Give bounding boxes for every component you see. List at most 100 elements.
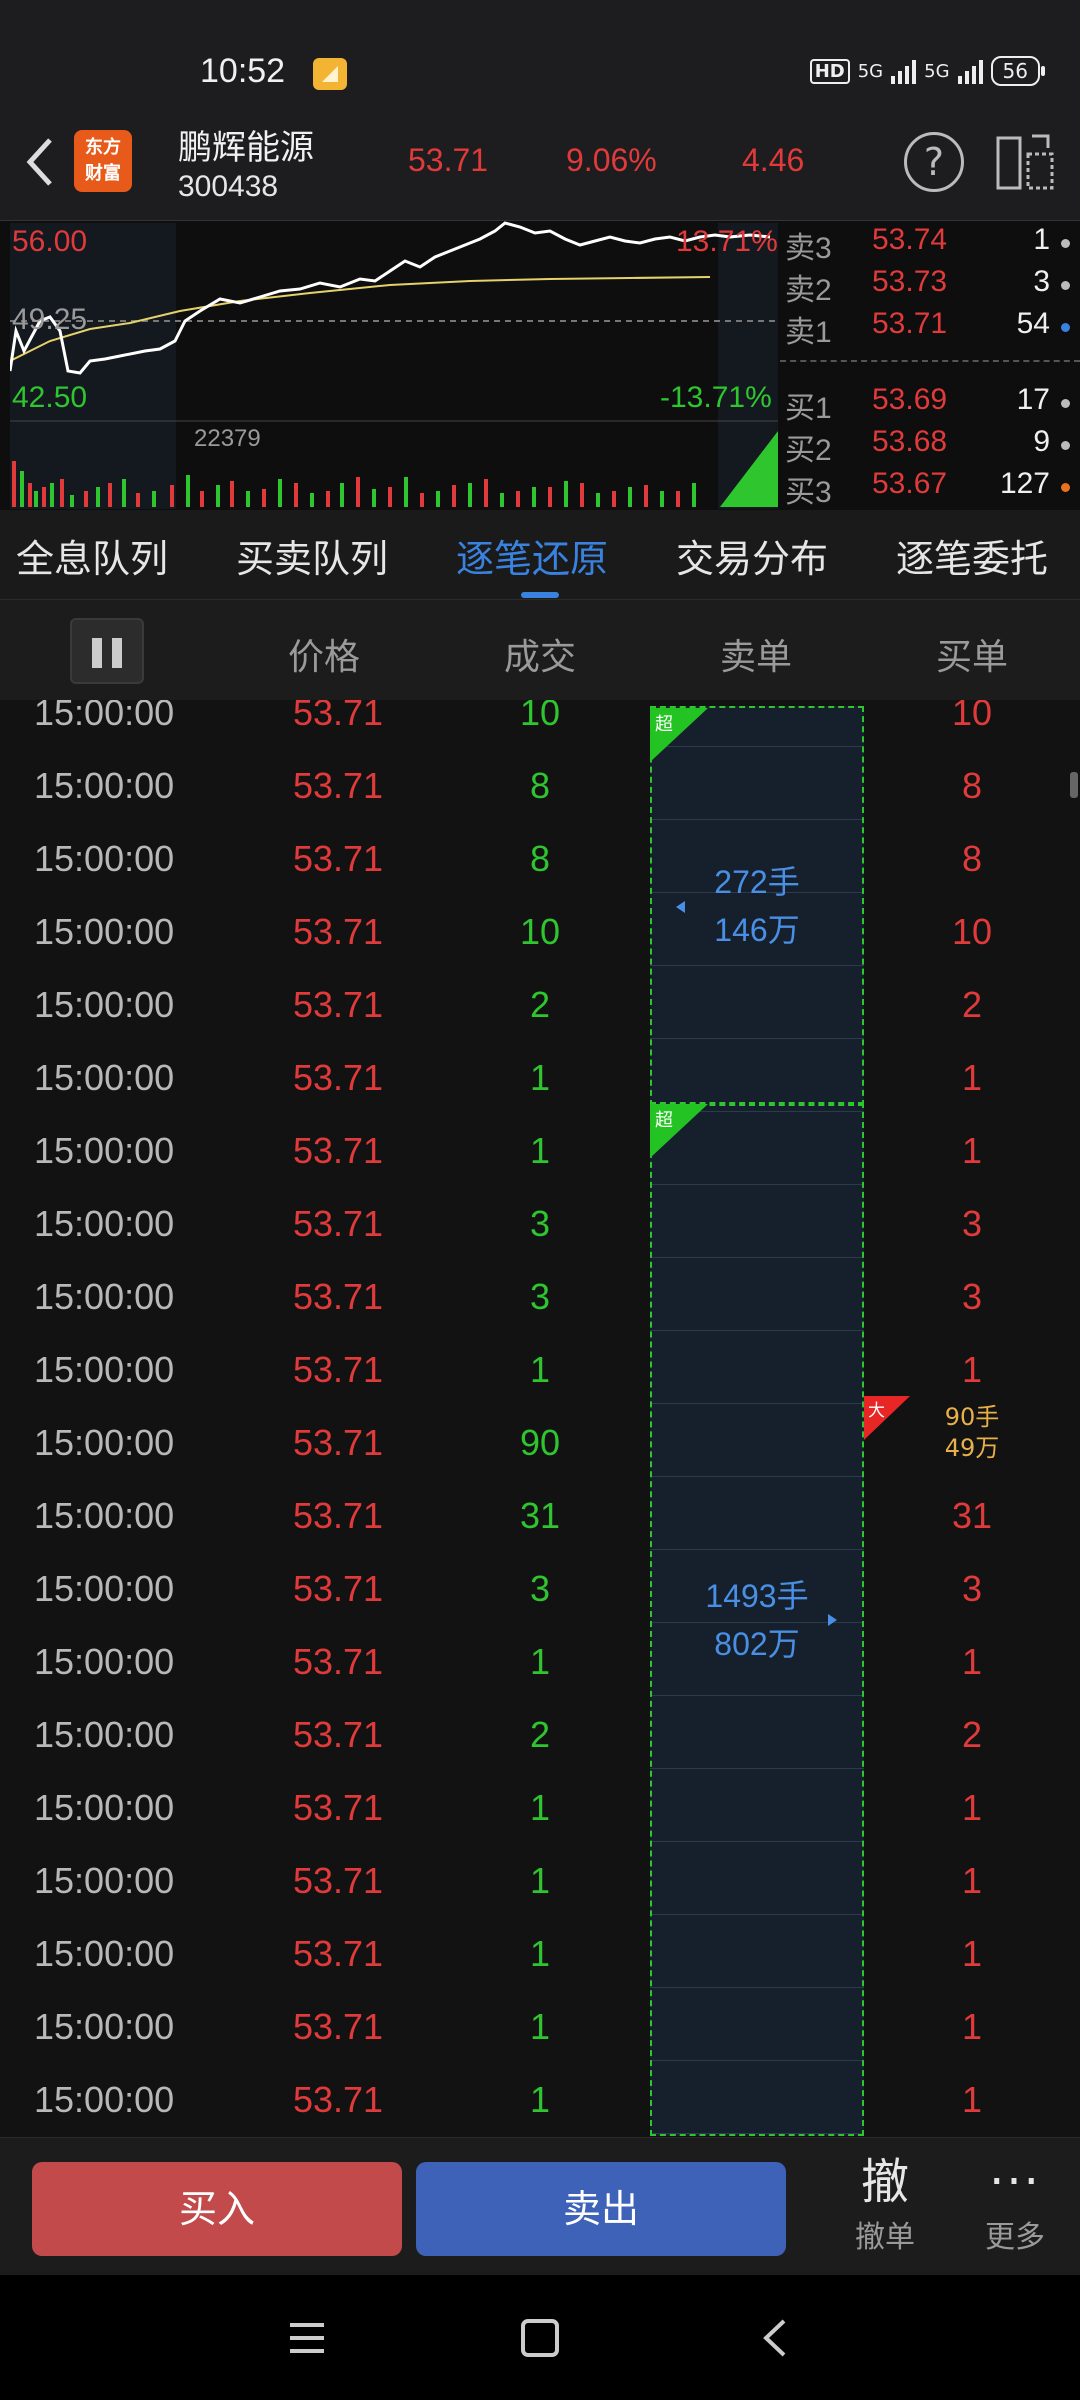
col-sell-order: 卖单 [719,637,792,678]
trade-buy: 2 [961,984,983,1025]
trade-row: 15:00:00 53.71 3 3 [0,1550,1080,1623]
cancel-order-button[interactable]: 撤 撤单 [840,2152,930,2256]
layout-switch-icon[interactable] [996,132,1056,192]
pause-button[interactable] [70,618,144,684]
trade-row: 15:00:00 53.71 2 2 [0,966,1080,1039]
logo-text-top: 东方 [85,137,121,158]
buy-button[interactable]: 买入 [32,2162,402,2256]
trade-row: 15:00:00 53.71 8 8 [0,747,1080,820]
more-label: 更多 [985,2220,1045,2255]
system-nav-bar [0,2275,1080,2400]
trade-price: 53.71 [292,1860,384,1901]
trade-time: 15:00:00 [34,984,175,1025]
trade-volume: 10 [519,700,561,733]
trade-time: 15:00:00 [34,1130,175,1171]
trade-volume: 1 [529,2006,551,2047]
trade-row: 15:00:00 53.71 1 1 [0,1623,1080,1696]
trade-volume: 1 [529,1933,551,1974]
more-button[interactable]: ··· 更多 [970,2152,1060,2256]
trade-buy: 1 [961,1057,983,1098]
scrollbar[interactable] [1070,772,1078,798]
trade-time: 15:00:00 [34,1203,175,1244]
trade-row: 15:00:00 53.71 31 31 [0,1477,1080,1550]
trade-time: 15:00:00 [34,2006,175,2047]
trade-volume: 1 [529,1787,551,1828]
trade-price: 53.71 [292,1349,384,1390]
logo-text-bottom: 财富 [85,163,121,184]
current-price: 53.71 [408,142,489,178]
trade-price: 53.71 [292,1203,384,1244]
trade-volume: 1 [529,1130,551,1171]
trade-buy: 3 [961,1568,983,1609]
order-book-divider [780,360,1080,362]
hd-icon: HD [809,58,850,84]
chart-high: 56.00 [12,225,88,258]
trade-price: 53.71 [292,1714,384,1755]
trade-volume: 1 [529,1057,551,1098]
back-icon[interactable] [752,2313,802,2363]
trade-buy: 1 [961,1130,983,1171]
trade-volume: 3 [529,1568,551,1609]
sell-button[interactable]: 卖出 [416,2162,786,2256]
back-arrow-icon[interactable] [20,132,60,192]
trade-time: 15:00:00 [34,700,175,733]
tab-trade-distribution[interactable]: 交易分布 [676,528,828,583]
tab-tick-restore[interactable]: 逐笔还原 [456,528,608,583]
trade-time: 15:00:00 [34,1422,175,1463]
trade-volume: 31 [519,1495,561,1536]
trade-price: 53.71 [292,1568,384,1609]
trade-price: 53.71 [292,1787,384,1828]
trade-row: 15:00:00 53.71 2 2 [0,1696,1080,1769]
stock-header: 东方 财富 鹏辉能源 300438 53.71 9.06% 4.46 ? [0,110,1080,220]
trade-buy: 1 [961,1787,983,1828]
trade-time: 15:00:00 [34,1860,175,1901]
trade-price: 53.71 [292,1130,384,1171]
chart-low-pct: -13.71% [660,381,772,414]
home-icon[interactable] [515,2313,565,2363]
chart-low: 42.50 [12,381,88,414]
trade-buy: 3 [961,1203,983,1244]
trade-price: 53.71 [292,984,384,1025]
change-amount: 4.46 [742,142,805,178]
indicator-dot [1061,483,1070,492]
tab-tick-orders[interactable]: 逐笔委托 [896,528,1048,583]
trade-list[interactable]: 15:00:00 53.71 10 10 15:00:00 53.71 8 8 15:00:00… [0,700,1080,2137]
trade-time: 15:00:00 [34,838,175,879]
trade-buy: 10 [951,911,993,952]
trade-time: 15:00:00 [34,1495,175,1536]
notification-icon [313,58,347,90]
trade-row: 15:00:00 53.71 1 1 [0,1842,1080,1915]
trade-buy: 8 [961,838,983,879]
sell-order-size: 1493手 802万 [705,1578,809,1662]
bid-row: 买3 53.67 127 [780,467,1080,509]
trade-row: 15:00:00 53.71 1 1 [0,1915,1080,1988]
trade-time: 15:00:00 [34,1568,175,1609]
trade-row: 15:00:00 53.71 10 10 [0,893,1080,966]
chart-prev-close: 49.25 [12,303,88,336]
change-percent: 9.06% [566,142,657,178]
signal-icon-2 [957,58,983,84]
trade-buy: 2 [961,1714,983,1755]
trade-time: 15:00:00 [34,1057,175,1098]
help-icon[interactable]: ? [904,132,964,192]
trade-buy: 1 [961,1641,983,1682]
bid-row: 买2 53.68 9 [780,425,1080,467]
trade-buy: 8 [961,765,983,806]
trade-price: 53.71 [292,700,384,733]
trade-buy: 1 [961,2006,983,2047]
trade-buy: 1 [961,1349,983,1390]
trade-time: 15:00:00 [34,1276,175,1317]
volume-max: 22379 [194,425,261,452]
menu-icon[interactable] [282,2313,332,2363]
indicator-dot [1061,441,1070,450]
trade-buy: 31 [951,1495,993,1536]
tab-full-queue[interactable]: 全息队列 [16,528,168,583]
tab-bid-ask-queue[interactable]: 买卖队列 [236,528,388,583]
indicator-dot [1061,399,1070,408]
trade-row: 15:00:00 53.71 1 1 [0,2061,1080,2134]
trade-time: 15:00:00 [34,1641,175,1682]
mini-chart[interactable]: 56.00 49.25 42.50 13.71% -13.71% 22379 卖… [0,220,1080,510]
active-tab-indicator [521,592,559,598]
trade-row: 15:00:00 53.71 10 10 [0,700,1080,747]
trade-price: 53.71 [292,911,384,952]
